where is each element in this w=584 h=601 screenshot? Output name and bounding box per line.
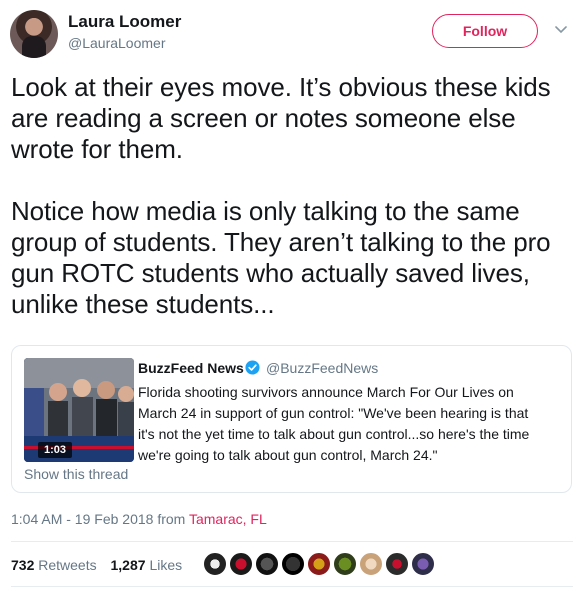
quoted-tweet[interactable]: 1:03 BuzzFeed News @BuzzFeedNews Florida… (11, 345, 572, 493)
likes-label: Likes (149, 557, 183, 573)
retweets-stat[interactable]: 732 Retweets (11, 557, 97, 573)
liker-avatar[interactable] (332, 551, 358, 577)
chevron-down-icon[interactable] (555, 24, 567, 36)
divider (11, 586, 573, 587)
liker-avatar[interactable] (358, 551, 384, 577)
retweets-label: Retweets (38, 557, 97, 573)
liker-avatar[interactable] (410, 551, 436, 577)
liker-avatar[interactable] (254, 551, 280, 577)
video-duration: 1:03 (38, 442, 72, 458)
tweet-header: Laura Loomer @LauraLoomer Follow (10, 10, 574, 60)
likes-stat[interactable]: 1,287 Likes (111, 557, 183, 573)
author-handle[interactable]: @LauraLoomer (68, 35, 166, 51)
liker-avatar[interactable] (202, 551, 228, 577)
tweet-text: Look at their eyes move. It’s obvious th… (11, 72, 551, 319)
show-thread-link[interactable]: Show this thread (24, 466, 128, 482)
likes-count: 1,287 (110, 557, 146, 573)
author-avatar[interactable] (10, 10, 58, 58)
tweet-location-link[interactable]: Tamarac, FL (189, 511, 267, 527)
tweet-stats: 732 Retweets 1,287 Likes (11, 557, 192, 573)
retweets-count: 732 (11, 557, 35, 573)
video-thumbnail[interactable]: 1:03 (24, 358, 134, 462)
quoted-author-handle[interactable]: @BuzzFeedNews (266, 360, 378, 376)
tweet-timestamp[interactable]: 1:04 AM - 19 Feb 2018 from (11, 511, 189, 527)
quoted-tweet-text: Florida shooting survivors announce Marc… (138, 384, 530, 463)
quoted-author-name[interactable]: BuzzFeed News (138, 360, 244, 376)
author-name[interactable]: Laura Loomer (68, 12, 181, 32)
follow-button[interactable]: Follow (432, 14, 538, 48)
liker-avatar[interactable] (280, 551, 306, 577)
verified-badge-icon (245, 360, 260, 375)
liker-avatar[interactable] (384, 551, 410, 577)
tweet-metadata: 1:04 AM - 19 Feb 2018 from Tamarac, FL (11, 511, 267, 527)
liker-avatar[interactable] (228, 551, 254, 577)
divider (11, 541, 573, 542)
liker-avatar[interactable] (306, 551, 332, 577)
